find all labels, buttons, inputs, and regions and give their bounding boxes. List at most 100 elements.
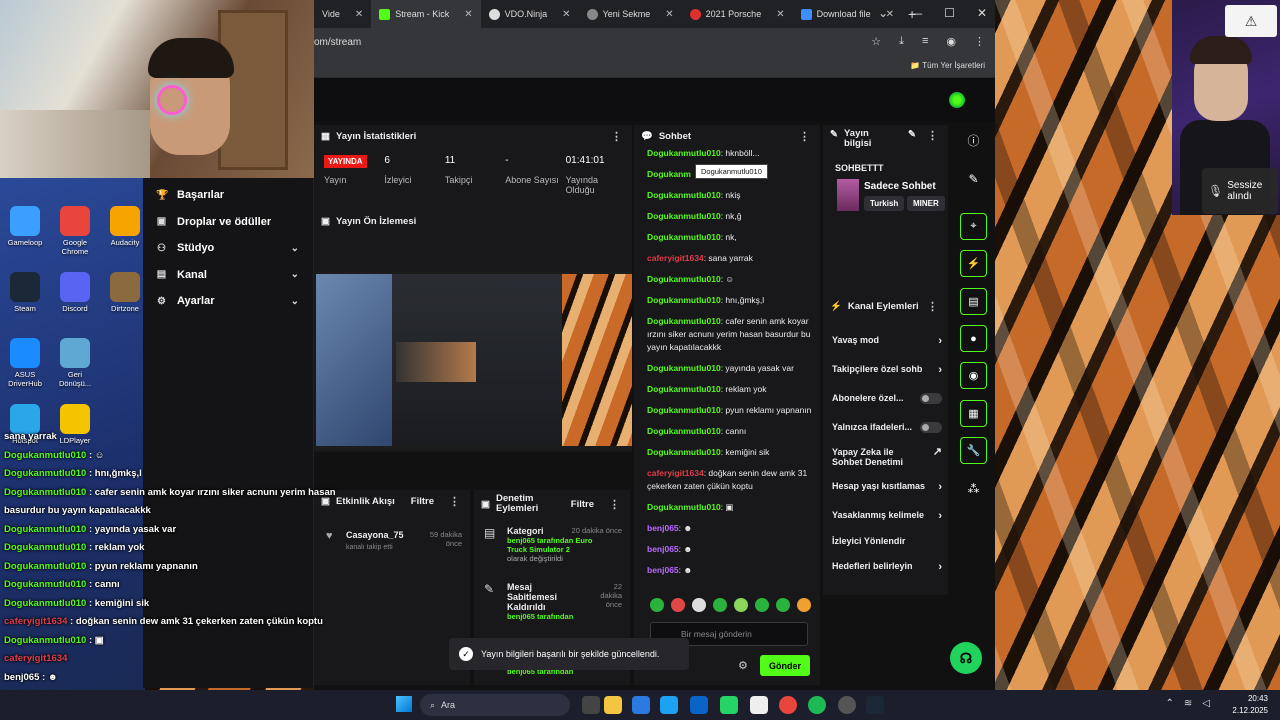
document-icon[interactable]: ▤ xyxy=(960,288,987,315)
desktop-icon[interactable]: Audacity xyxy=(103,206,147,247)
more-options-icon[interactable]: ⋮ xyxy=(799,130,810,143)
steam-icon[interactable] xyxy=(866,696,884,714)
subscribers-only-toggle[interactable] xyxy=(920,393,942,404)
emote-icon[interactable] xyxy=(797,598,811,612)
taskbar-search[interactable]: ⌕ Ara xyxy=(420,694,570,716)
share-icon[interactable]: ⁂ xyxy=(960,475,987,502)
tab-porsche[interactable]: 2021 Porsche ✕ xyxy=(682,0,793,28)
more-options-icon[interactable]: ⋮ xyxy=(449,495,460,508)
sidemenu-item-drops[interactable]: ▣ Droplar ve ödüller xyxy=(143,209,313,236)
chat-settings-icon[interactable]: ⚙ xyxy=(738,659,748,672)
desktop-icon[interactable]: Google Chrome xyxy=(53,206,97,256)
filter-button[interactable]: Filtre xyxy=(411,496,434,507)
chat-username[interactable]: Dogukanmutlu010 xyxy=(647,274,721,284)
maximize-icon[interactable]: ☐ xyxy=(944,6,955,20)
chrome-icon[interactable] xyxy=(779,696,797,714)
help-button[interactable]: ☊ xyxy=(950,642,982,674)
chat-username[interactable]: Dogukanmutlu010 xyxy=(647,447,721,457)
close-icon[interactable]: ✕ xyxy=(977,6,987,20)
info-icon[interactable]: ⓘ xyxy=(960,127,987,154)
chat-username[interactable]: Dogukanmutlu010 xyxy=(647,148,721,158)
lightning-icon[interactable]: ⚡ xyxy=(960,250,987,277)
action-account-age[interactable]: Hesap yaşı kısıtlamas › xyxy=(832,481,942,493)
tab-stream-kick[interactable]: Stream - Kick ✕ xyxy=(371,0,481,28)
task-view-icon[interactable] xyxy=(582,696,600,714)
clock[interactable]: 20:43 2.12.2025 xyxy=(1232,693,1268,717)
send-button[interactable]: Gönder xyxy=(760,655,810,676)
file-explorer-icon[interactable] xyxy=(604,696,622,714)
tab-new-tab[interactable]: Yeni Sekme ✕ xyxy=(579,0,682,28)
chat-username[interactable]: Dogukanmutlu010 xyxy=(647,232,721,242)
stream-preview-video[interactable] xyxy=(316,272,632,450)
more-options-icon[interactable]: ⋮ xyxy=(609,498,620,511)
chevron-down-icon[interactable]: ⌄ xyxy=(878,6,888,20)
chat-username[interactable]: Dogukanmutlu010 xyxy=(647,426,721,436)
spotify-icon[interactable] xyxy=(808,696,826,714)
wifi-icon[interactable]: ≋ xyxy=(1184,698,1192,709)
chat-username[interactable]: Dogukanmutlu010 xyxy=(647,316,721,326)
broadcast-icon[interactable]: ◉ xyxy=(960,362,987,389)
sidemenu-item-achievements[interactable]: 🏆 Başarılar xyxy=(143,182,313,209)
desktop-icon[interactable]: Geri Dönüşü... xyxy=(53,338,97,388)
action-goals[interactable]: Hedefleri belirleyin › xyxy=(832,561,942,573)
chat-username[interactable]: benj065 xyxy=(647,565,679,575)
close-tab-icon[interactable]: ✕ xyxy=(464,9,472,20)
edge-icon[interactable] xyxy=(660,696,678,714)
sidemenu-item-channel[interactable]: ▤ Kanal ⌄ xyxy=(143,262,313,289)
more-options-icon[interactable]: ⋮ xyxy=(927,129,938,142)
layout-icon[interactable]: ▦ xyxy=(960,400,987,427)
close-tab-icon[interactable]: ✕ xyxy=(776,9,784,20)
store-icon[interactable] xyxy=(750,696,768,714)
desktop-icon[interactable]: Steam xyxy=(3,272,47,313)
whatsapp-icon[interactable] xyxy=(720,696,738,714)
desktop-icon[interactable]: Dirtzone xyxy=(103,272,147,313)
chat-username[interactable]: Dogukanm xyxy=(647,169,691,179)
desktop-icon[interactable]: Gameloop xyxy=(3,206,47,247)
more-options-icon[interactable]: ⋮ xyxy=(927,300,938,313)
close-tab-icon[interactable]: ✕ xyxy=(562,9,570,20)
emote-icon[interactable] xyxy=(734,598,748,612)
action-raid[interactable]: İzleyici Yönlendir xyxy=(832,536,942,546)
tab-0[interactable]: Vide ✕ xyxy=(314,0,371,28)
clip-icon[interactable]: ⌖ xyxy=(960,213,987,240)
action-slow-mode[interactable]: Yavaş mod › xyxy=(832,335,942,347)
emote-icon[interactable] xyxy=(671,598,685,612)
app-icon[interactable] xyxy=(632,696,650,714)
chat-username[interactable]: Dogukanmutlu010 xyxy=(647,405,721,415)
download-icon[interactable]: ⤓ xyxy=(899,35,904,48)
chat-username[interactable]: Dogukanmutlu010 xyxy=(647,363,721,373)
emotes-only-toggle[interactable] xyxy=(920,422,942,433)
menu-icon[interactable]: ⋮ xyxy=(974,35,985,48)
edit-icon[interactable]: ✎ xyxy=(908,129,916,140)
chat-username[interactable]: Dogukanmutlu010 xyxy=(647,211,721,221)
windows-start-icon[interactable] xyxy=(396,696,412,712)
emote-icon[interactable] xyxy=(755,598,769,612)
chat-username[interactable]: Dogukanmutlu010 xyxy=(647,190,721,200)
chat-username[interactable]: Dogukanmutlu010 xyxy=(647,295,721,305)
outlook-icon[interactable] xyxy=(690,696,708,714)
filter-button[interactable]: Filtre xyxy=(571,499,594,510)
volume-icon[interactable]: ◁ xyxy=(1202,698,1210,709)
chat-username[interactable]: Dogukanmutlu010 xyxy=(647,384,721,394)
all-bookmarks[interactable]: 📁 Tüm Yer İşaretleri xyxy=(910,61,985,70)
tab-vdo-ninja[interactable]: VDO.Ninja ✕ xyxy=(481,0,579,28)
emote-icon[interactable] xyxy=(692,598,706,612)
chat-username[interactable]: benj065 xyxy=(647,523,679,533)
media-icon[interactable]: ≡ xyxy=(922,35,928,48)
chat-username[interactable]: caferyigit1634 xyxy=(647,253,704,263)
chat-username[interactable]: caferyigit1634 xyxy=(647,468,704,478)
address-bar[interactable]: om/stream ☆ ⤓ ≡ ◉ ⋮ xyxy=(314,28,995,56)
emote-icon[interactable] xyxy=(776,598,790,612)
desktop-icon[interactable]: Discord xyxy=(53,272,97,313)
kick-avatar-icon[interactable] xyxy=(949,92,965,108)
action-banned-words[interactable]: Yasaklanmış kelimele › xyxy=(832,510,942,522)
chat-username[interactable]: benj065 xyxy=(647,544,679,554)
emote-icon[interactable] xyxy=(713,598,727,612)
sidemenu-item-studio[interactable]: ⚇ Stüdyo ⌄ xyxy=(143,235,313,262)
desktop-icon[interactable]: ASUS DriverHub xyxy=(3,338,47,388)
warning-icon[interactable]: ⚠ xyxy=(1225,5,1277,37)
wrench-icon[interactable]: 🔧 xyxy=(960,437,987,464)
close-tab-icon[interactable]: ✕ xyxy=(355,9,363,20)
sidemenu-item-settings[interactable]: ⚙ Ayarlar ⌄ xyxy=(143,288,313,315)
pencil-icon[interactable]: ✎ xyxy=(960,165,987,192)
